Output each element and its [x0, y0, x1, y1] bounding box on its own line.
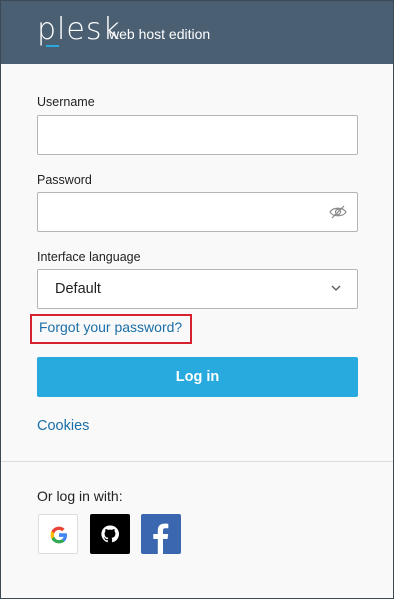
google-login-button[interactable]	[38, 514, 78, 554]
facebook-login-button[interactable]	[141, 514, 181, 554]
forgot-password-highlight: Forgot your password?	[30, 314, 192, 344]
show-password-icon[interactable]	[329, 204, 347, 220]
social-login-label: Or log in with:	[37, 488, 123, 504]
language-label: Interface language	[37, 250, 141, 264]
language-select[interactable]: Default	[37, 269, 358, 309]
logo-accent-bar	[46, 45, 59, 47]
password-field[interactable]	[37, 192, 358, 232]
facebook-icon	[153, 523, 169, 554]
login-window: plesk web host edition Username Password…	[0, 0, 394, 599]
divider	[1, 461, 393, 462]
edition-label: web host edition	[109, 26, 211, 42]
chevron-down-icon	[331, 285, 341, 291]
password-label: Password	[37, 173, 92, 187]
username-label: Username	[37, 95, 95, 109]
username-field[interactable]	[37, 115, 358, 155]
plesk-logo: plesk	[37, 15, 120, 49]
header: plesk web host edition	[1, 1, 393, 64]
github-login-button[interactable]	[90, 514, 130, 554]
github-icon	[101, 525, 120, 543]
login-button[interactable]: Log in	[37, 357, 358, 397]
cookies-link[interactable]: Cookies	[37, 418, 89, 434]
google-icon	[50, 526, 67, 544]
language-selected-value: Default	[55, 281, 101, 297]
forgot-password-link[interactable]: Forgot your password?	[39, 319, 182, 335]
